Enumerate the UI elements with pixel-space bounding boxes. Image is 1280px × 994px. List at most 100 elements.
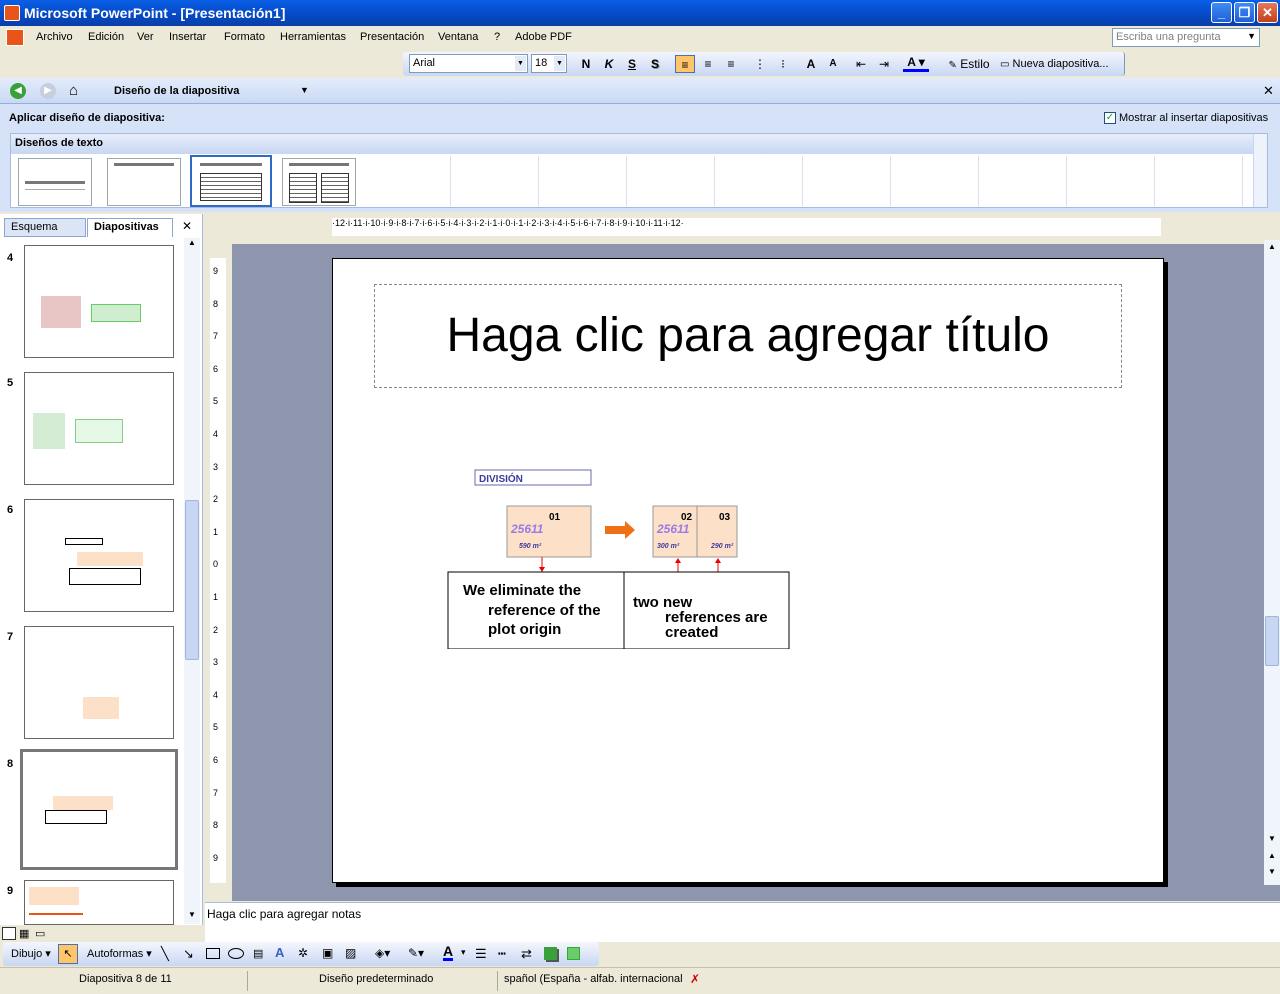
scroll-thumb[interactable]	[185, 500, 199, 660]
slides-scrollbar[interactable]: ▲ ▼	[184, 238, 200, 924]
close-button[interactable]: ✕	[1257, 2, 1278, 23]
gallery-scrollbar[interactable]	[1253, 134, 1267, 207]
decrease-font-icon[interactable]: A	[823, 55, 843, 73]
clipart-icon[interactable]: ▣	[322, 946, 333, 960]
menu-archivo[interactable]: Archivo	[36, 31, 73, 43]
increase-font-icon[interactable]: A	[801, 55, 821, 73]
increase-indent-icon[interactable]: ⇥	[874, 55, 894, 73]
slide-thumbnail-5[interactable]	[24, 372, 174, 485]
menu-ventana[interactable]: Ventana	[438, 31, 478, 43]
menu-help[interactable]: ?	[494, 31, 500, 43]
layout-two-columns[interactable]	[282, 158, 356, 206]
scroll-down-icon[interactable]: ▼	[185, 910, 199, 924]
powerpoint-icon[interactable]	[4, 5, 20, 21]
slide-thumbnail-6[interactable]	[24, 499, 174, 612]
arrow-style-icon[interactable]: ⇄	[521, 946, 532, 962]
dibujo-menu[interactable]: Dibujo ▾	[11, 947, 51, 960]
arrow-icon[interactable]: ↘	[183, 946, 194, 962]
maximize-button[interactable]: ❐	[1234, 2, 1255, 23]
next-slide-icon[interactable]: ▼	[1265, 867, 1279, 881]
notes-pane[interactable]: Haga clic para agregar notas	[205, 902, 1280, 942]
layout-title-content[interactable]	[190, 155, 272, 207]
menu-adobe-pdf[interactable]: Adobe PDF	[515, 31, 572, 43]
notes-placeholder[interactable]: Haga clic para agregar notas	[207, 907, 361, 921]
chevron-down-icon[interactable]: ▼	[1247, 31, 1256, 41]
close-icon[interactable]: ✕	[182, 219, 192, 233]
underline-button[interactable]: S	[624, 55, 640, 73]
bullets-icon[interactable]: ⁝	[773, 55, 793, 73]
3d-style-icon[interactable]	[567, 947, 580, 960]
title-placeholder[interactable]: Haga clic para agregar título	[374, 284, 1122, 388]
layout-title-only[interactable]	[18, 158, 92, 206]
bold-button[interactable]: N	[578, 55, 594, 73]
task-pane-title[interactable]: Diseño de la diapositiva	[114, 85, 239, 97]
ellipse-icon[interactable]	[228, 948, 244, 959]
previous-slide-icon[interactable]: ▲	[1265, 851, 1279, 865]
dash-style-icon[interactable]: ┅	[498, 946, 506, 962]
scroll-up-icon[interactable]: ▲	[1265, 242, 1279, 256]
scroll-up-icon[interactable]: ▲	[185, 238, 199, 252]
shadow-button[interactable]: S	[647, 55, 663, 73]
chevron-down-icon[interactable]: ▾	[461, 947, 466, 958]
picture-icon[interactable]: ▨	[345, 946, 356, 960]
close-icon[interactable]: ✕	[1263, 83, 1274, 99]
division-diagram[interactable]: DIVISIÓN 01 25611 590 m² 02 03 25611 300…	[445, 464, 791, 649]
tab-esquema[interactable]: Esquema	[4, 218, 86, 237]
rectangle-icon[interactable]	[206, 948, 220, 959]
menu-edicion[interactable]: Edición	[88, 31, 124, 43]
layout-title-blank[interactable]	[107, 158, 181, 206]
line-icon[interactable]: ╲	[161, 946, 169, 962]
help-search-input[interactable]: Escriba una pregunta ▼	[1112, 28, 1260, 47]
show-on-insert-checkbox[interactable]: ✓	[1104, 112, 1116, 124]
autoformas-menu[interactable]: Autoformas ▾	[87, 947, 152, 960]
line-color-icon[interactable]: ✎▾	[408, 946, 424, 960]
line-style-icon[interactable]: ☰	[475, 946, 487, 962]
numbering-icon[interactable]: ⋮	[750, 55, 770, 73]
back-icon[interactable]: ◀	[10, 83, 26, 99]
font-size-select[interactable]: 18 ▼	[531, 54, 567, 73]
align-right-icon[interactable]: ≡	[721, 55, 741, 73]
estilo-button[interactable]: ✎ Estilo	[946, 55, 992, 73]
align-center-icon[interactable]: ≡	[698, 55, 718, 73]
slideshow-icon[interactable]: ▭	[35, 927, 45, 940]
font-color-icon[interactable]: A	[443, 944, 454, 961]
select-pointer-icon[interactable]: ↖	[58, 944, 78, 964]
menu-formato[interactable]: Formato	[224, 31, 265, 43]
document-icon[interactable]	[6, 29, 24, 46]
slide-thumbnail-4[interactable]	[24, 245, 174, 358]
slide-thumbnail-9[interactable]	[24, 880, 174, 925]
menu-herramientas[interactable]: Herramientas	[280, 31, 346, 43]
slide-sorter-icon[interactable]: ▦	[19, 927, 29, 940]
editor-scrollbar[interactable]: ▲ ▼ ▲ ▼	[1264, 240, 1280, 885]
slide-thumbnail-7[interactable]	[24, 626, 174, 739]
scroll-thumb[interactable]	[1265, 616, 1279, 666]
menu-presentacion[interactable]: Presentación	[360, 31, 424, 43]
horizontal-ruler[interactable]: ·12·i·11·i·10·i·9·i·8·i·7·i·6·i·5·i·4·i·…	[332, 218, 1161, 236]
menu-insertar[interactable]: Insertar	[169, 31, 206, 43]
ruler-number: 3	[213, 461, 219, 472]
spelling-check-icon[interactable]: ✗	[690, 972, 700, 986]
arrow-right-icon	[605, 521, 635, 539]
fill-color-icon[interactable]: ◈▾	[375, 946, 390, 960]
italic-button[interactable]: K	[601, 55, 617, 73]
font-color-icon[interactable]: A ▾	[903, 55, 929, 72]
menu-ver[interactable]: Ver	[137, 31, 154, 43]
decrease-indent-icon[interactable]: ⇤	[851, 55, 871, 73]
shadow-style-icon[interactable]	[544, 947, 557, 960]
slide-thumbnail-8[interactable]	[20, 749, 178, 870]
scroll-down-icon[interactable]: ▼	[1265, 834, 1279, 848]
normal-view-icon[interactable]	[2, 927, 16, 940]
home-icon[interactable]: ⌂	[69, 82, 78, 99]
align-left-icon[interactable]: ≡	[675, 55, 695, 73]
minimize-button[interactable]: _	[1211, 2, 1232, 23]
slide-canvas[interactable]: Haga clic para agregar título DIVISIÓN 0…	[332, 258, 1164, 883]
forward-icon[interactable]: ▶	[40, 83, 56, 99]
textbox-icon[interactable]: ▤	[253, 947, 263, 960]
chevron-down-icon[interactable]: ▼	[300, 85, 309, 95]
font-select[interactable]: Arial ▼	[409, 54, 528, 73]
vertical-ruler[interactable]: 9 8 7 6 5 4 3 2 1 0 1 2 3 4 5 6 7 8 9	[210, 258, 226, 883]
diagram-icon[interactable]: ✲	[298, 946, 308, 960]
wordart-icon[interactable]: A	[275, 945, 284, 960]
tab-diapositivas[interactable]: Diapositivas	[87, 218, 173, 237]
new-slide-button[interactable]: ▭ Nueva diapositiva...	[1000, 55, 1118, 73]
